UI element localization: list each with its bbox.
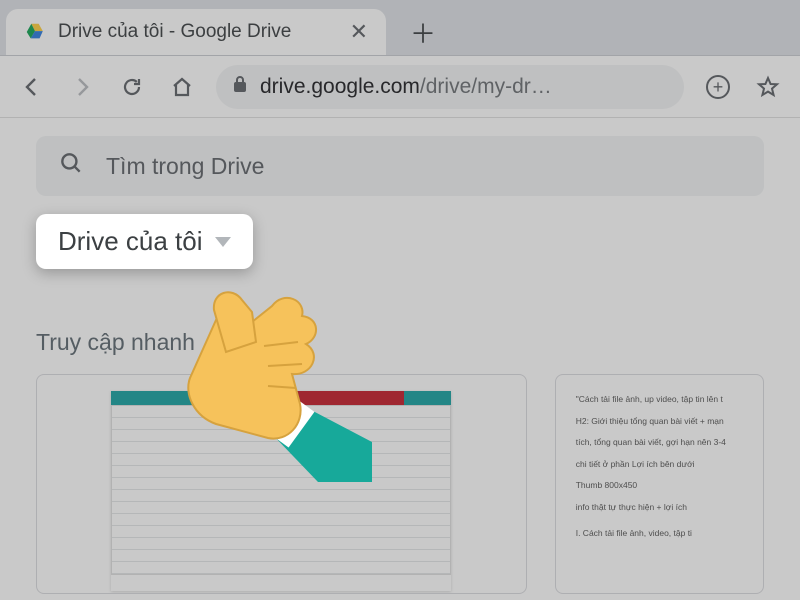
search-placeholder: Tìm trong Drive <box>106 153 264 180</box>
url-host: drive.google.com <box>260 75 420 98</box>
reload-button[interactable] <box>110 65 154 109</box>
home-button[interactable] <box>160 65 204 109</box>
file-card[interactable] <box>36 374 527 594</box>
url-path: /drive/my-dr… <box>420 75 552 98</box>
preview-text-line: tích, tổng quan bài viết, gợi hạn nên 3-… <box>576 436 743 450</box>
bookmark-button[interactable] <box>746 65 790 109</box>
preview-text-line: info thật tự thực hiện + lợi ích <box>576 501 743 515</box>
file-preview-spreadsheet <box>111 391 451 591</box>
caret-down-icon <box>215 237 231 247</box>
quick-access-heading: Truy cập nhanh <box>36 329 764 356</box>
tab-close-icon[interactable]: ✕ <box>350 19 368 45</box>
address-bar[interactable]: drive.google.com/drive/my-dr… <box>216 65 684 109</box>
back-button[interactable] <box>10 65 54 109</box>
preview-text-line: chi tiết ở phần Lợi ích bên dưới <box>576 458 743 472</box>
browser-toolbar: drive.google.com/drive/my-dr… + <box>0 56 800 118</box>
drive-content: Tìm trong Drive Drive của tôi Truy cập n… <box>0 118 800 594</box>
browser-tabstrip: Drive của tôi - Google Drive ✕ ＋ <box>0 0 800 56</box>
browser-tab[interactable]: Drive của tôi - Google Drive ✕ <box>6 9 386 55</box>
plus-circle-icon: + <box>706 75 730 99</box>
install-app-button[interactable]: + <box>696 65 740 109</box>
lock-icon <box>232 75 248 98</box>
my-drive-dropdown[interactable]: Drive của tôi <box>36 214 253 269</box>
preview-text-line: H2: Giới thiệu tổng quan bài viết + mạn <box>576 415 743 429</box>
drive-search[interactable]: Tìm trong Drive <box>36 136 764 196</box>
preview-text-heading: I. Cách tải file ảnh, video, tập ti <box>576 527 743 541</box>
new-tab-button[interactable]: ＋ <box>404 13 442 51</box>
browser-tab-title: Drive của tôi - Google Drive <box>58 21 338 43</box>
file-card[interactable]: "Cách tải file ảnh, up video, tập tin lê… <box>555 374 764 594</box>
drive-favicon-icon <box>24 21 46 43</box>
quick-access-cards: "Cách tải file ảnh, up video, tập tin lê… <box>36 374 764 594</box>
search-icon <box>58 150 84 182</box>
breadcrumb-label: Drive của tôi <box>58 226 203 257</box>
preview-text-line: Thumb 800x450 <box>576 479 743 493</box>
forward-button[interactable] <box>60 65 104 109</box>
preview-text-line: "Cách tải file ảnh, up video, tập tin lê… <box>576 393 743 407</box>
